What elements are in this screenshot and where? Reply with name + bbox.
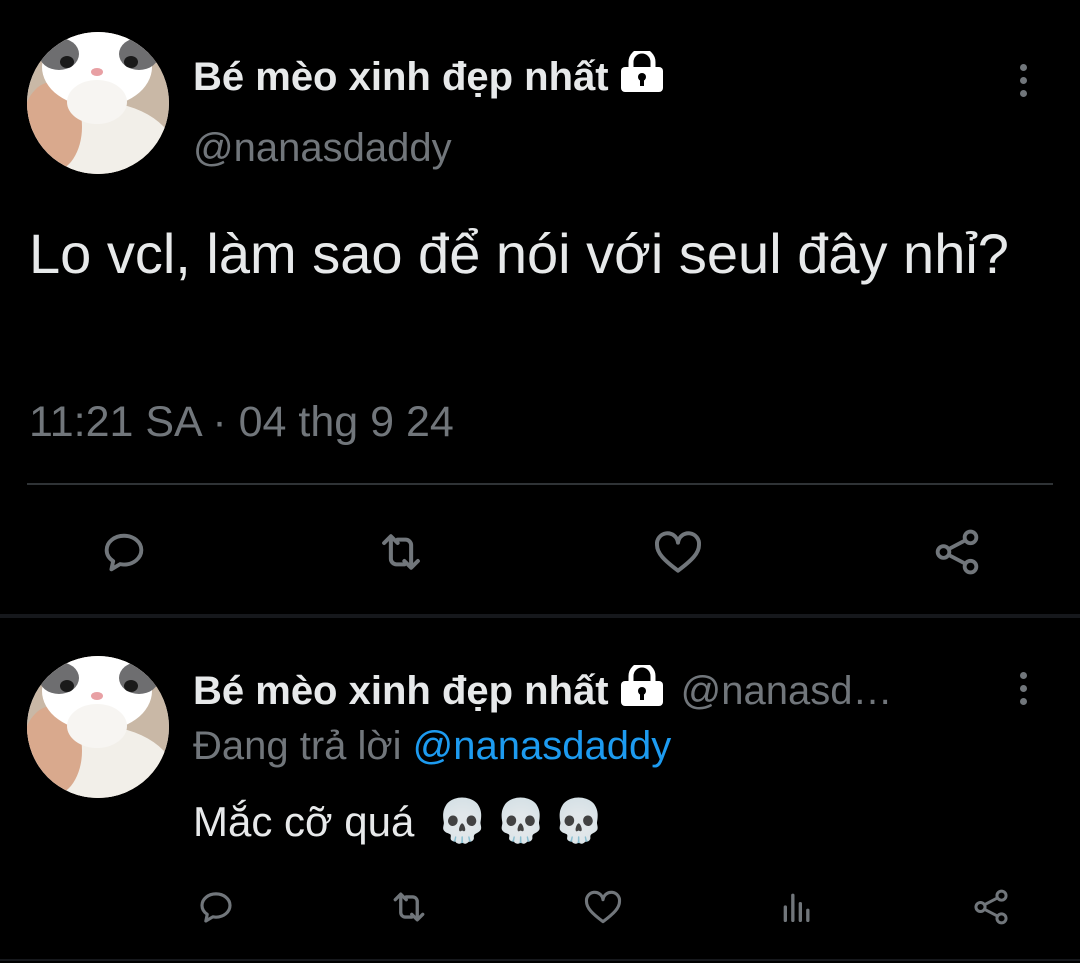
section-divider bbox=[0, 614, 1080, 618]
skull-emoji-1: 💀 bbox=[436, 797, 489, 844]
share-icon bbox=[974, 889, 1008, 925]
display-name-text: Bé mèo xinh đẹp nhất bbox=[193, 668, 609, 713]
user-handle[interactable]: @nanasd… bbox=[681, 669, 893, 714]
divider bbox=[27, 483, 1053, 485]
cat-avatar-image bbox=[27, 32, 169, 174]
heart-icon bbox=[584, 890, 622, 924]
display-name[interactable]: Bé mèo xinh đẹp nhất bbox=[193, 48, 665, 103]
retweet-icon bbox=[393, 892, 425, 922]
meta-separator: · bbox=[212, 398, 227, 446]
display-name-text: Bé mèo xinh đẹp nhất bbox=[193, 54, 609, 99]
analytics-icon bbox=[783, 893, 810, 922]
reply-text-line: Mắc cỡ quá 💀 💀 💀 bbox=[193, 797, 605, 846]
skull-emoji-3: 💀 bbox=[552, 797, 606, 844]
avatar[interactable] bbox=[27, 656, 169, 798]
lock-icon bbox=[619, 48, 665, 103]
display-name[interactable]: Bé mèo xinh đẹp nhất @nanasd… bbox=[193, 662, 893, 717]
like-button[interactable] bbox=[580, 884, 626, 930]
skull-emoji-2: 💀 bbox=[494, 797, 547, 844]
bottom-divider bbox=[0, 959, 1080, 961]
tweet-text: Lo vcl, làm sao để nói với seul đây nhỉ? bbox=[29, 222, 1009, 285]
tweet-date: 04 thg 9 24 bbox=[238, 398, 454, 446]
tweet-time: 11:21 SA bbox=[29, 398, 201, 446]
replying-to-mention[interactable]: @nanasdaddy bbox=[413, 724, 672, 768]
retweet-button[interactable] bbox=[386, 884, 432, 930]
cat-avatar-image bbox=[27, 656, 169, 798]
replying-to-label: Đang trả lời bbox=[193, 724, 402, 768]
lock-icon bbox=[619, 662, 665, 717]
retweet-button[interactable] bbox=[369, 520, 433, 584]
reply-icon bbox=[200, 892, 232, 923]
reply-button[interactable] bbox=[92, 520, 156, 584]
like-button[interactable] bbox=[646, 520, 710, 584]
reply-button[interactable] bbox=[193, 884, 239, 930]
reply-icon bbox=[104, 533, 144, 572]
views-button[interactable] bbox=[774, 884, 820, 930]
user-handle[interactable]: @nanasdaddy bbox=[193, 126, 452, 171]
share-button[interactable] bbox=[968, 884, 1014, 930]
more-vertical-icon[interactable] bbox=[1018, 64, 1028, 97]
avatar[interactable] bbox=[27, 32, 169, 174]
share-button[interactable] bbox=[925, 520, 989, 584]
tweet-timestamp[interactable]: 11:21 SA · 04 thg 9 24 bbox=[29, 398, 454, 447]
reply-text: Mắc cỡ quá bbox=[193, 797, 415, 845]
more-vertical-icon[interactable] bbox=[1018, 672, 1028, 705]
heart-icon bbox=[655, 531, 701, 573]
retweet-icon bbox=[382, 534, 420, 570]
share-icon bbox=[935, 529, 979, 575]
replying-to-line: Đang trả lời @nanasdaddy bbox=[193, 724, 671, 769]
